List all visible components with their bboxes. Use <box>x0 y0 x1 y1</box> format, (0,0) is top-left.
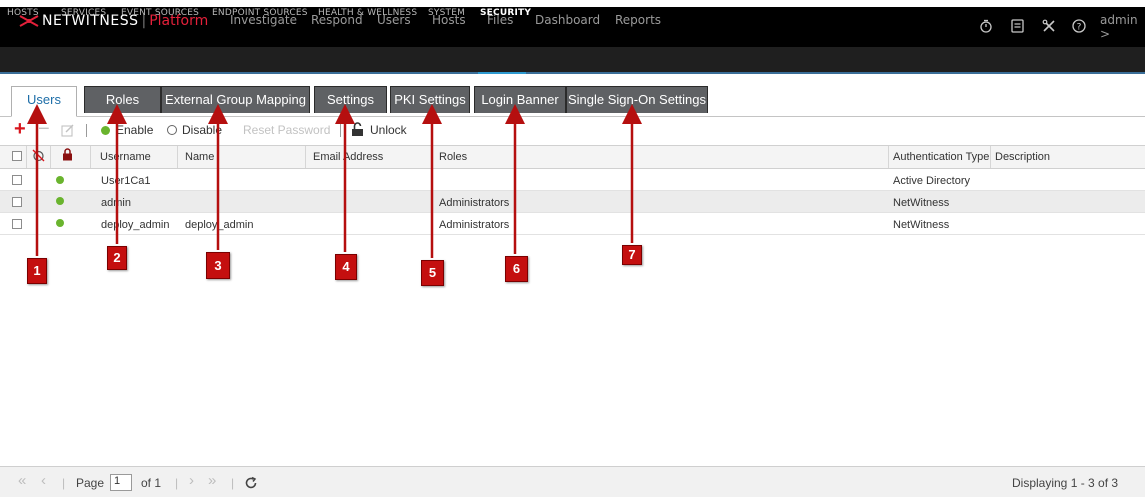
callout-1: 1 <box>27 258 47 284</box>
callout-2: 2 <box>107 246 127 270</box>
annotation-arrows <box>27 104 642 258</box>
callout-6: 6 <box>505 256 528 282</box>
callout-7: 7 <box>622 245 642 265</box>
callout-4: 4 <box>335 254 357 280</box>
callout-3: 3 <box>206 252 230 279</box>
callout-5: 5 <box>421 260 444 286</box>
